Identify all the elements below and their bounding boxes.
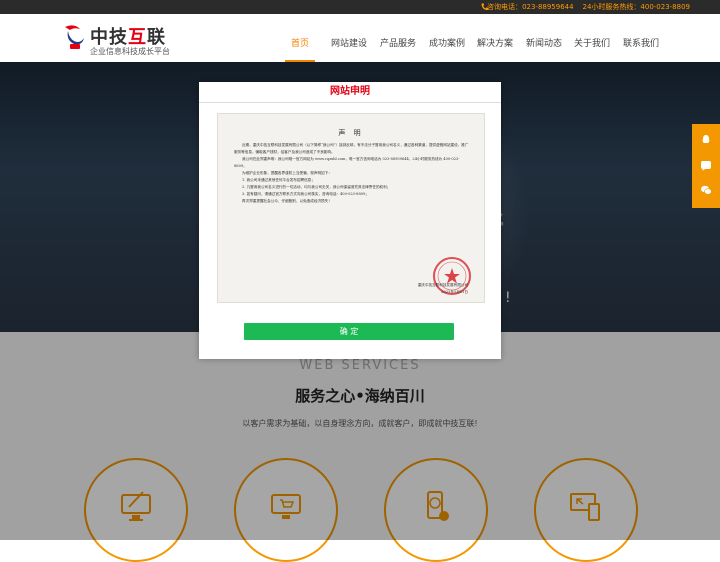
nav-item-home[interactable]: 首页 <box>284 14 316 62</box>
top-bar: 咨询电话：023-88959644 24小时服务热线：400-023-8809 <box>0 0 720 14</box>
contact-info: 咨询电话：023-88959644 24小时服务热线：400-023-8809 <box>487 0 690 14</box>
confirm-button[interactable]: 确 定 <box>244 323 454 340</box>
notice-paragraph: 2. 凡冒用我公司名义进行的一切活动，均与我公司无关，我公司保留追究其法律责任的… <box>242 185 391 189</box>
qq-icon[interactable] <box>700 134 712 146</box>
wechat-icon[interactable] <box>700 184 712 196</box>
site-header: 中技互联 企业信息科技成长平台 首页 网站建设 产品服务 成功案例 解决方案 新… <box>0 14 720 62</box>
nav-item-website-build[interactable]: 网站建设 <box>331 14 367 62</box>
nav-item-cases[interactable]: 成功案例 <box>429 14 465 62</box>
consult-label: 咨询电话： <box>487 3 523 11</box>
consult-number: 023-88959644 <box>522 3 574 11</box>
hotline-label: 24小时服务热线： <box>582 3 641 11</box>
notice-paragraph: 再次郑重提醒社会公众，仔细甄别，以免造成经济损失！ <box>242 199 332 203</box>
notice-paragraph: 近期，重庆中技互联科技发展有限公司（以下简称“我公司”）接到反映，有不法分子冒用… <box>234 143 469 154</box>
logo-mark-icon <box>65 25 84 49</box>
notice-signature: 重庆中技互联科技发展有限公司 2023年5月11日 <box>418 282 468 296</box>
nav-item-solutions[interactable]: 解决方案 <box>477 14 513 62</box>
hotline-number: 400-023-8809 <box>640 3 690 11</box>
nav-item-products[interactable]: 产品服务 <box>380 14 416 62</box>
sign-company: 重庆中技互联科技发展有限公司 <box>417 283 468 287</box>
site-notice-modal: 网站申明 声 明 近期，重庆中技互联科技发展有限公司（以下简称“我公司”）接到反… <box>199 82 501 359</box>
notice-paragraph: 3. 如有疑问，请通过官方联系方式向我公司核实，咨询电话：400-023-880… <box>242 192 369 196</box>
notice-paragraph: 1. 我公司未通过其他任何平台发布招聘信息； <box>242 178 315 182</box>
logo-subtitle: 企业信息科技成长平台 <box>90 47 170 56</box>
nav-item-news[interactable]: 新闻动态 <box>526 14 562 62</box>
nav-item-about[interactable]: 关于我们 <box>574 14 610 62</box>
notice-paragraph: 我公司在此郑重声明：我公司唯一官方网站为 www.cqzxhl.com，唯一官方… <box>234 157 460 168</box>
nav-item-contact[interactable]: 联系我们 <box>623 14 659 62</box>
notice-paragraph: 为维护企业形象，提醒各界谨防上当受骗，现声明如下： <box>242 171 332 175</box>
sign-date: 2023年5月11日 <box>441 290 468 294</box>
notice-title: 声 明 <box>338 129 364 137</box>
notice-body: 近期，重庆中技互联科技发展有限公司（以下简称“我公司”）接到反映，有不法分子冒用… <box>234 142 470 205</box>
side-contact-toolbar <box>692 124 720 208</box>
site-logo[interactable]: 中技互联 企业信息科技成长平台 <box>62 22 182 62</box>
modal-title: 网站申明 <box>199 82 501 103</box>
notice-document: 声 明 近期，重庆中技互联科技发展有限公司（以下简称“我公司”）接到反映，有不法… <box>217 113 485 303</box>
chat-bubble-icon[interactable] <box>700 160 712 172</box>
